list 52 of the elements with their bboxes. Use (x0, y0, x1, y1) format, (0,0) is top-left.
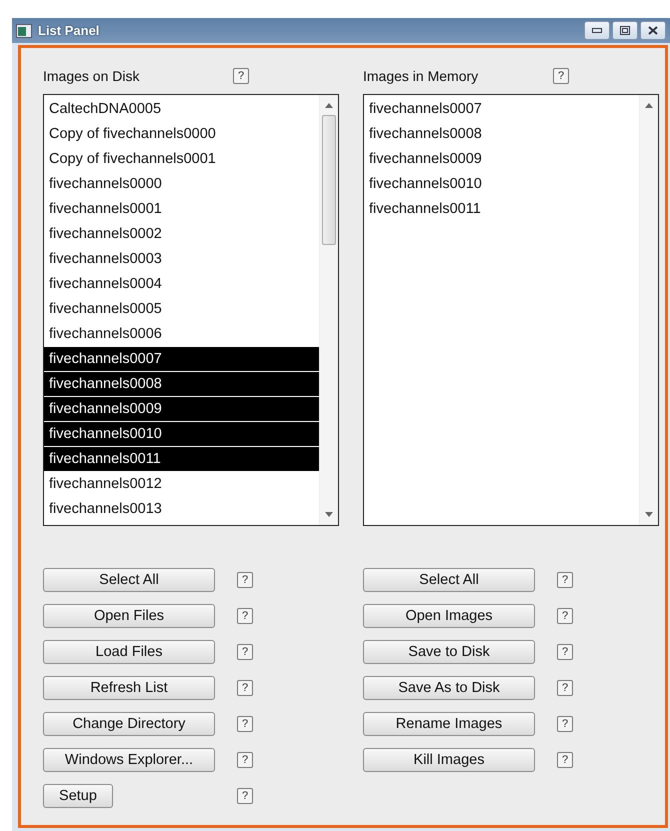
help-button[interactable]: ? (557, 608, 573, 624)
action-button[interactable]: Kill Images (363, 748, 535, 772)
help-button[interactable]: ? (557, 644, 573, 660)
help-button[interactable]: ? (237, 752, 253, 768)
action-button[interactable]: Save As to Disk (363, 676, 535, 700)
minimize-icon (592, 28, 602, 34)
action-button[interactable]: Save to Disk (363, 640, 535, 664)
help-button[interactable]: ? (557, 752, 573, 768)
help-button[interactable]: ? (237, 608, 253, 624)
list-item[interactable]: fivechannels0008 (44, 372, 319, 397)
help-button[interactable]: ? (237, 680, 253, 696)
action-button[interactable]: Rename Images (363, 712, 535, 736)
image-list[interactable] (43, 94, 339, 526)
list-item[interactable]: fivechannels0011 (44, 447, 319, 472)
minimize-button[interactable] (584, 21, 610, 40)
close-icon (648, 26, 658, 35)
help-button[interactable]: ? (557, 716, 573, 732)
maximize-icon (620, 26, 630, 35)
scrollbar[interactable] (639, 95, 658, 525)
app-icon (16, 24, 32, 38)
action-button[interactable]: Refresh List (43, 676, 215, 700)
list-label: Images on Disk (43, 68, 140, 84)
scroll-down-icon[interactable] (645, 512, 653, 517)
maximize-button[interactable] (612, 21, 638, 40)
help-button[interactable]: ? (233, 68, 249, 84)
scroll-thumb[interactable] (322, 115, 336, 245)
help-button[interactable]: ? (237, 572, 253, 588)
action-button[interactable]: Load Files (43, 640, 215, 664)
action-button[interactable]: Select All (43, 568, 215, 592)
action-button[interactable]: Setup (43, 784, 113, 808)
help-button[interactable]: ? (237, 644, 253, 660)
scroll-down-icon[interactable] (325, 512, 333, 517)
close-button[interactable] (640, 21, 666, 40)
action-button[interactable]: Windows Explorer... (43, 748, 215, 772)
list-item[interactable]: fivechannels0010 (44, 422, 319, 447)
scrollbar[interactable] (319, 95, 338, 525)
scroll-up-icon[interactable] (645, 103, 653, 108)
help-button[interactable]: ? (557, 680, 573, 696)
list-item[interactable]: fivechannels0009 (44, 397, 319, 422)
action-button[interactable]: Select All (363, 568, 535, 592)
help-button[interactable]: ? (237, 716, 253, 732)
action-button[interactable]: Open Images (363, 604, 535, 628)
action-button[interactable]: Change Directory (43, 712, 215, 736)
scroll-up-icon[interactable] (325, 103, 333, 108)
image-list[interactable]: fivechannels0007 fivechannels0008 fivechannels0009 fivechannels0010 fivechannels0011 (363, 94, 659, 526)
window-title: List Panel (38, 23, 100, 38)
help-button[interactable]: ? (237, 788, 253, 804)
action-button[interactable]: Open Files (43, 604, 215, 628)
help-button[interactable]: ? (553, 68, 569, 84)
help-button[interactable]: ? (557, 572, 573, 588)
list-label: Images in Memory (363, 68, 480, 84)
list-item[interactable]: fivechannels0007 (44, 347, 319, 372)
